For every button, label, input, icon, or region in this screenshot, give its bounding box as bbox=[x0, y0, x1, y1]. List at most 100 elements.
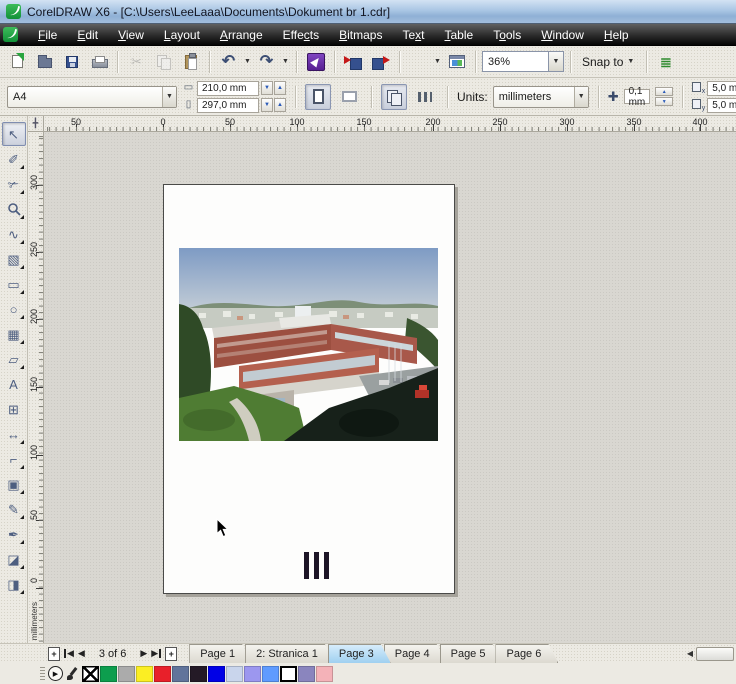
table-tool[interactable]: ⊞ bbox=[2, 397, 26, 421]
basic-shapes-tool[interactable]: ▱ bbox=[2, 347, 26, 371]
print-button[interactable] bbox=[86, 49, 111, 74]
chevron-down-icon[interactable] bbox=[243, 58, 252, 65]
swatch-green[interactable] bbox=[100, 666, 117, 682]
first-page-icon[interactable]: ◀ bbox=[64, 649, 74, 658]
page-tab-page-1[interactable]: Page 1 bbox=[189, 644, 252, 663]
search-content-button[interactable] bbox=[303, 49, 328, 74]
effects-tool[interactable]: ▣ bbox=[2, 472, 26, 496]
swatch-slate-blue[interactable] bbox=[172, 666, 189, 682]
shape-tool[interactable]: ✐ bbox=[2, 147, 26, 171]
chevron-down-icon[interactable] bbox=[281, 58, 290, 65]
paste-button[interactable] bbox=[178, 49, 203, 74]
menu-bitmaps[interactable]: Bitmaps bbox=[329, 25, 392, 45]
rectangle-tool[interactable]: ▭ bbox=[2, 272, 26, 296]
horizontal-ruler[interactable]: 50050100150200250300350400 bbox=[44, 116, 736, 132]
chevron-down-icon[interactable] bbox=[433, 58, 442, 65]
swatch-gray[interactable] bbox=[118, 666, 135, 682]
menu-file[interactable]: File bbox=[28, 25, 67, 45]
add-page-icon[interactable] bbox=[165, 647, 177, 661]
swatch-red[interactable] bbox=[154, 666, 171, 682]
smart-fill-tool[interactable]: ▧ bbox=[2, 247, 26, 271]
swatch-light-blue[interactable] bbox=[262, 666, 279, 682]
swatch-blue[interactable] bbox=[208, 666, 225, 682]
menu-edit[interactable]: Edit bbox=[67, 25, 108, 45]
units-combo[interactable]: millimeters bbox=[493, 86, 589, 108]
drawing-canvas[interactable] bbox=[44, 132, 736, 643]
page-tab-page-3[interactable]: Page 3 bbox=[328, 644, 391, 663]
crop-tool[interactable]: ✃ bbox=[2, 172, 26, 196]
swatch-pink[interactable] bbox=[316, 666, 333, 682]
swatch-white[interactable] bbox=[280, 666, 297, 682]
redo-button[interactable] bbox=[254, 49, 279, 74]
swatch-pale-blue[interactable] bbox=[226, 666, 243, 682]
palette-flyout-icon[interactable] bbox=[48, 666, 63, 681]
welcome-screen-button[interactable] bbox=[444, 49, 469, 74]
page-tab-2-stranica-1[interactable]: 2: Stranica 1 bbox=[245, 644, 335, 663]
menu-window[interactable]: Window bbox=[531, 25, 594, 45]
scrollbar-thumb[interactable] bbox=[696, 647, 734, 661]
snap-to-dropdown[interactable]: Snap to bbox=[577, 55, 640, 69]
duplicate-y-field[interactable]: 5,0 mm bbox=[707, 98, 736, 113]
swatch-lavender[interactable] bbox=[244, 666, 261, 682]
application-launcher-button[interactable] bbox=[406, 49, 431, 74]
options-button[interactable] bbox=[653, 49, 678, 74]
new-document-button[interactable] bbox=[5, 49, 30, 74]
menu-help[interactable]: Help bbox=[594, 25, 639, 45]
dimension-tool[interactable]: ↔ bbox=[2, 422, 26, 446]
page-tab-page-5[interactable]: Page 5 bbox=[440, 644, 503, 663]
add-page-icon[interactable] bbox=[48, 647, 60, 661]
paper-width-spinner[interactable]: ▼▲ bbox=[261, 81, 286, 95]
cut-button[interactable] bbox=[124, 49, 149, 74]
zoom-tool[interactable] bbox=[2, 197, 26, 221]
next-page-icon[interactable]: ▶ bbox=[140, 649, 147, 658]
paper-height-field[interactable]: 297,0 mm bbox=[197, 98, 259, 113]
chevron-down-icon[interactable] bbox=[162, 87, 176, 107]
interactive-fill-tool[interactable]: ◨ bbox=[2, 572, 26, 596]
chevron-down-icon[interactable] bbox=[574, 87, 588, 107]
menu-table[interactable]: Table bbox=[435, 25, 484, 45]
nudge-spinner[interactable]: ▲▼ bbox=[655, 87, 673, 106]
color-eyedropper-tool[interactable]: ✎ bbox=[2, 497, 26, 521]
import-button[interactable] bbox=[341, 49, 366, 74]
paper-width-field[interactable]: 210,0 mm bbox=[197, 81, 259, 96]
freehand-tool[interactable]: ∿ bbox=[2, 222, 26, 246]
outline-pen-tool[interactable]: ✒ bbox=[2, 522, 26, 546]
swatch-no-color[interactable] bbox=[82, 666, 99, 682]
last-page-icon[interactable]: ▶ bbox=[151, 649, 161, 658]
chevron-down-icon[interactable] bbox=[548, 51, 564, 72]
menu-text[interactable]: Text bbox=[392, 25, 434, 45]
landscape-button[interactable] bbox=[336, 84, 362, 110]
page-tab-page-6[interactable]: Page 6 bbox=[495, 644, 558, 663]
nudge-field[interactable]: 0,1 mm bbox=[624, 89, 651, 104]
all-pages-button[interactable] bbox=[381, 84, 407, 110]
previous-page-icon[interactable]: ◀ bbox=[78, 649, 85, 658]
ellipse-tool[interactable]: ○ bbox=[2, 297, 26, 321]
menu-tools[interactable]: Tools bbox=[483, 25, 531, 45]
polygon-tool[interactable]: ▦ bbox=[2, 322, 26, 346]
palette-eyedropper-icon[interactable] bbox=[66, 667, 79, 681]
document-page[interactable] bbox=[163, 184, 455, 594]
palette-drag-handle[interactable] bbox=[40, 667, 45, 680]
text-tool[interactable]: A bbox=[2, 372, 26, 396]
menu-arrange[interactable]: Arrange bbox=[210, 25, 273, 45]
current-page-button[interactable] bbox=[412, 84, 438, 110]
menu-layout[interactable]: Layout bbox=[154, 25, 210, 45]
vertical-ruler[interactable]: millimeters 300250200150100500 bbox=[28, 132, 44, 643]
undo-button[interactable] bbox=[216, 49, 241, 74]
paper-type-combo[interactable]: A4 bbox=[7, 86, 177, 108]
tab-scroll-left-icon[interactable] bbox=[687, 649, 693, 658]
ruler-origin-button[interactable] bbox=[28, 116, 44, 132]
fill-tool[interactable]: ◪ bbox=[2, 547, 26, 571]
page-number-marks[interactable] bbox=[304, 552, 329, 579]
duplicate-x-field[interactable]: 5,0 mm bbox=[707, 81, 736, 96]
export-button[interactable] bbox=[368, 49, 393, 74]
zoom-level-combo[interactable]: 36% bbox=[482, 51, 564, 72]
page-tab-page-4[interactable]: Page 4 bbox=[384, 644, 447, 663]
swatch-dark-purple-black[interactable] bbox=[190, 666, 207, 682]
pick-tool[interactable]: ↖ bbox=[2, 122, 26, 146]
portrait-button[interactable] bbox=[305, 84, 331, 110]
open-button[interactable] bbox=[32, 49, 57, 74]
swatch-yellow[interactable] bbox=[136, 666, 153, 682]
paper-height-spinner[interactable]: ▼▲ bbox=[261, 98, 286, 112]
swatch-muted-purple[interactable] bbox=[298, 666, 315, 682]
